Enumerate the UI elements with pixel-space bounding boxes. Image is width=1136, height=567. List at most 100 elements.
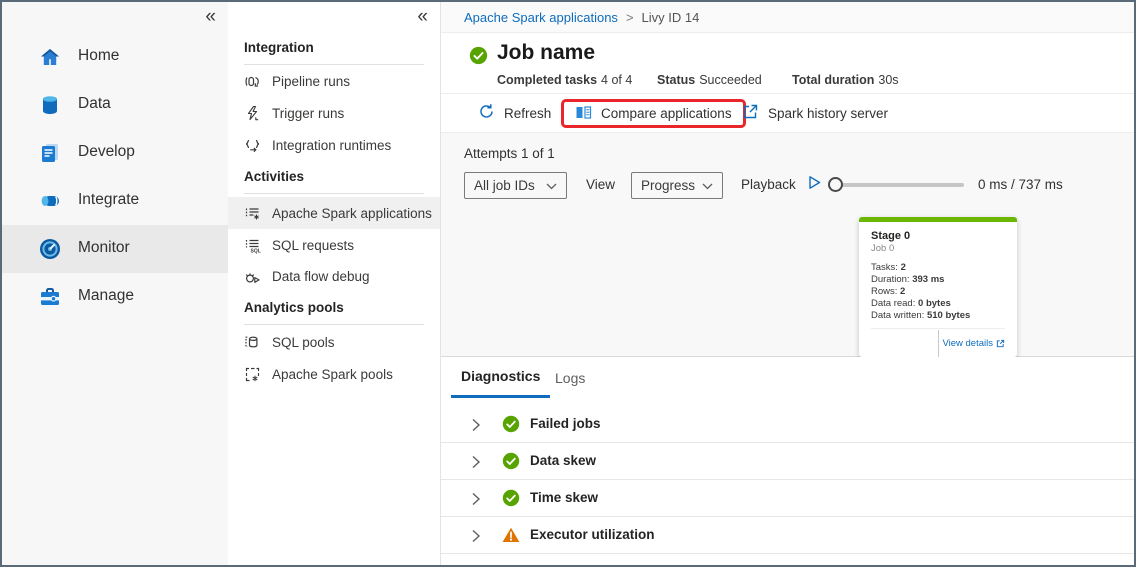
refresh-label: Refresh bbox=[504, 106, 551, 121]
nav-label: Monitor bbox=[78, 239, 130, 257]
sql-pools-icon bbox=[244, 334, 262, 351]
chevron-right-icon[interactable] bbox=[471, 418, 481, 437]
integration-runtimes-icon bbox=[244, 137, 262, 154]
meta-value: 30s bbox=[878, 73, 898, 87]
breadcrumb-parent-link[interactable]: Apache Spark applications bbox=[464, 10, 618, 25]
stat-value: 510 bytes bbox=[927, 310, 970, 321]
nav-item-monitor[interactable]: Monitor bbox=[2, 225, 228, 273]
stat-label: Data written: bbox=[871, 310, 924, 321]
job-filter-value: All job IDs bbox=[474, 178, 535, 193]
meta-status: Status Succeeded bbox=[657, 73, 762, 87]
chevron-right-icon[interactable] bbox=[471, 529, 481, 548]
success-check-icon bbox=[502, 452, 520, 475]
mnav-label: SQL requests bbox=[272, 238, 354, 253]
page-title: Job name bbox=[497, 41, 595, 65]
nav-item-manage[interactable]: Manage bbox=[2, 273, 228, 321]
stat-value: 393 ms bbox=[912, 274, 944, 285]
nav-label: Develop bbox=[78, 143, 135, 161]
meta-completed-tasks: Completed tasks 4 of 4 bbox=[497, 73, 632, 87]
diagnostic-row-executor-utilization[interactable]: Executor utilization bbox=[441, 517, 1134, 554]
pipeline-runs-icon bbox=[244, 73, 262, 90]
nav-label: Data bbox=[78, 95, 111, 113]
tab-diagnostics[interactable]: Diagnostics bbox=[451, 357, 550, 398]
stat-data-read: Data read: 0 bytes bbox=[871, 298, 1005, 310]
stat-duration: Duration: 393 ms bbox=[871, 274, 1005, 286]
home-icon bbox=[38, 45, 62, 69]
mnav-item-data-flow-debug[interactable]: Data flow debug bbox=[228, 260, 440, 292]
monitor-icon bbox=[38, 237, 62, 261]
diagnostic-row-data-skew[interactable]: Data skew bbox=[441, 443, 1134, 480]
section-title-analytics-pools: Analytics pools bbox=[244, 300, 424, 325]
nav-item-data[interactable]: Data bbox=[2, 81, 228, 129]
mnav-label: Data flow debug bbox=[272, 269, 370, 284]
collapse-left-nav-icon[interactable]: « bbox=[205, 6, 216, 28]
integrate-icon bbox=[38, 189, 62, 213]
mnav-item-integration-runtimes[interactable]: Integration runtimes bbox=[228, 129, 440, 161]
mnav-item-pipeline-runs[interactable]: Pipeline runs bbox=[228, 65, 440, 97]
view-value: Progress bbox=[641, 178, 695, 193]
view-dropdown[interactable]: Progress bbox=[631, 172, 723, 199]
spark-applications-icon bbox=[244, 205, 262, 222]
play-button[interactable] bbox=[807, 175, 822, 195]
diagnostic-row-failed-jobs[interactable]: Failed jobs bbox=[441, 406, 1134, 443]
stat-label: Tasks: bbox=[871, 262, 898, 273]
playback-slider-handle[interactable] bbox=[828, 177, 843, 192]
mnav-item-trigger-runs[interactable]: Trigger runs bbox=[228, 97, 440, 129]
mnav-item-apache-spark-applications[interactable]: Apache Spark applications bbox=[228, 197, 440, 229]
nav-item-develop[interactable]: Develop bbox=[2, 129, 228, 177]
breadcrumb: Apache Spark applications > Livy ID 14 bbox=[441, 2, 1134, 33]
compare-label: Compare applications bbox=[601, 106, 732, 121]
stat-label: Rows: bbox=[871, 286, 897, 297]
nav-item-integrate[interactable]: Integrate bbox=[2, 177, 228, 225]
tab-bar: Diagnostics Logs bbox=[441, 357, 1134, 402]
chevron-right-icon[interactable] bbox=[471, 455, 481, 474]
mnav-label: Apache Spark pools bbox=[272, 367, 393, 382]
stat-tasks: Tasks: 2 bbox=[871, 262, 1005, 274]
diagnostic-row-time-skew[interactable]: Time skew bbox=[441, 480, 1134, 517]
database-icon bbox=[38, 93, 62, 117]
breadcrumb-separator: > bbox=[626, 10, 634, 25]
synapse-monitor-window: « Home Data Develop Integrate Monitor Ma… bbox=[0, 0, 1136, 567]
history-label: Spark history server bbox=[768, 106, 888, 121]
collapse-monitor-nav-icon[interactable]: « bbox=[417, 6, 428, 28]
tab-logs[interactable]: Logs bbox=[545, 357, 595, 398]
meta-value: 4 of 4 bbox=[601, 73, 632, 87]
playback-slider-track[interactable] bbox=[831, 183, 964, 187]
mnav-item-apache-spark-pools[interactable]: Apache Spark pools bbox=[228, 358, 440, 390]
view-label: View bbox=[586, 177, 615, 192]
refresh-icon bbox=[478, 103, 495, 123]
nav-item-home[interactable]: Home bbox=[2, 33, 228, 81]
playback-time: 0 ms / 737 ms bbox=[978, 177, 1063, 192]
stat-rows: Rows: 2 bbox=[871, 286, 1005, 298]
graph-panel: Attempts 1 of 1 All job IDs View Progres… bbox=[441, 133, 1134, 357]
trigger-runs-icon bbox=[244, 105, 262, 122]
stage-card-subtitle: Job 0 bbox=[871, 243, 1005, 255]
section-title-activities: Activities bbox=[244, 169, 424, 194]
success-check-icon bbox=[502, 415, 520, 438]
svg-text:SQL: SQL bbox=[251, 248, 261, 254]
stat-value: 2 bbox=[900, 286, 905, 297]
section-title-integration: Integration bbox=[244, 40, 424, 65]
develop-icon bbox=[38, 141, 62, 165]
mnav-item-sql-pools[interactable]: SQL pools bbox=[228, 326, 440, 358]
stat-label: Duration: bbox=[871, 274, 910, 285]
stat-value: 2 bbox=[901, 262, 906, 273]
refresh-button[interactable]: Refresh bbox=[478, 94, 551, 132]
job-filter-dropdown[interactable]: All job IDs bbox=[464, 172, 567, 199]
stat-value: 0 bytes bbox=[918, 298, 951, 309]
meta-label: Completed tasks bbox=[497, 73, 597, 87]
compare-icon bbox=[575, 104, 592, 124]
compare-applications-button[interactable]: Compare applications bbox=[561, 99, 746, 128]
chevron-right-icon[interactable] bbox=[471, 492, 481, 511]
success-check-icon bbox=[502, 489, 520, 512]
chevron-down-icon bbox=[702, 178, 713, 193]
meta-value: Succeeded bbox=[699, 73, 762, 87]
meta-label: Status bbox=[657, 73, 695, 87]
view-details-label: View details bbox=[942, 338, 993, 349]
nav-label: Manage bbox=[78, 287, 134, 305]
mnav-item-sql-requests[interactable]: SQL SQL requests bbox=[228, 229, 440, 261]
mnav-label: Integration runtimes bbox=[272, 138, 391, 153]
view-details-link[interactable]: View details bbox=[942, 338, 1005, 349]
spark-history-server-button[interactable]: Spark history server bbox=[742, 94, 888, 132]
stage-connector-line bbox=[938, 330, 939, 357]
